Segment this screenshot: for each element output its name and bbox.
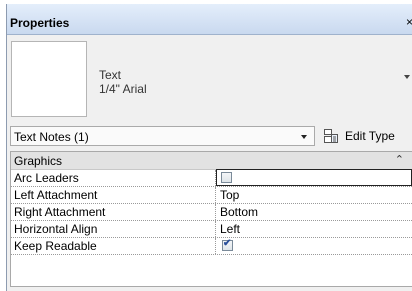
- property-value[interactable]: Bottom: [217, 204, 412, 220]
- property-value-editor[interactable]: [216, 169, 412, 186]
- property-row-right-attachment: Right Attachment Bottom: [11, 204, 412, 221]
- collapse-icon[interactable]: ⌃: [395, 153, 404, 166]
- type-family-name: Text: [99, 68, 122, 82]
- instance-filter-value: Text Notes (1): [14, 130, 89, 144]
- property-value[interactable]: Top: [217, 187, 412, 203]
- property-row-keep-readable: Keep Readable ✔: [11, 238, 412, 255]
- palette-titlebar[interactable]: Properties ×: [7, 4, 412, 35]
- property-name: Horizontal Align: [11, 221, 216, 237]
- property-row-arc-leaders: Arc Leaders: [11, 169, 412, 187]
- palette-title: Properties: [10, 16, 70, 30]
- keep-readable-checkbox[interactable]: ✔: [222, 238, 233, 251]
- property-value[interactable]: ✔: [217, 238, 412, 254]
- instance-filter-dropdown[interactable]: Text Notes (1): [10, 126, 315, 146]
- property-name: Left Attachment: [11, 187, 216, 203]
- type-preview-image: [11, 41, 87, 117]
- type-name: 1/4" Arial: [99, 82, 147, 96]
- group-label: Graphics: [14, 154, 63, 168]
- property-value[interactable]: Left: [217, 221, 412, 237]
- property-name: Right Attachment: [11, 204, 216, 220]
- properties-palette: Properties × Text 1/4" Arial Text Notes …: [6, 4, 412, 291]
- group-header-graphics[interactable]: Graphics ⌃: [11, 152, 412, 170]
- edit-type-button[interactable]: Edit Type: [323, 126, 412, 146]
- property-name: Keep Readable: [11, 238, 216, 254]
- edit-type-label: Edit Type: [345, 129, 395, 143]
- property-name: Arc Leaders: [11, 170, 216, 186]
- edit-type-icon: [324, 129, 338, 143]
- checkmark-icon: ✔: [223, 238, 232, 249]
- properties-grid: Graphics ⌃ Arc Leaders Left Attachment T…: [10, 151, 412, 287]
- instance-filter-row: Text Notes (1) Edit Type: [10, 126, 412, 146]
- type-selector[interactable]: Text 1/4" Arial: [10, 41, 412, 117]
- close-icon[interactable]: ×: [406, 15, 412, 29]
- chevron-down-icon[interactable]: [404, 75, 410, 79]
- dropdown-arrow-icon[interactable]: [301, 135, 307, 139]
- property-row-horizontal-align: Horizontal Align Left: [11, 221, 412, 238]
- arc-leaders-checkbox[interactable]: [221, 172, 232, 183]
- property-row-left-attachment: Left Attachment Top: [11, 187, 412, 204]
